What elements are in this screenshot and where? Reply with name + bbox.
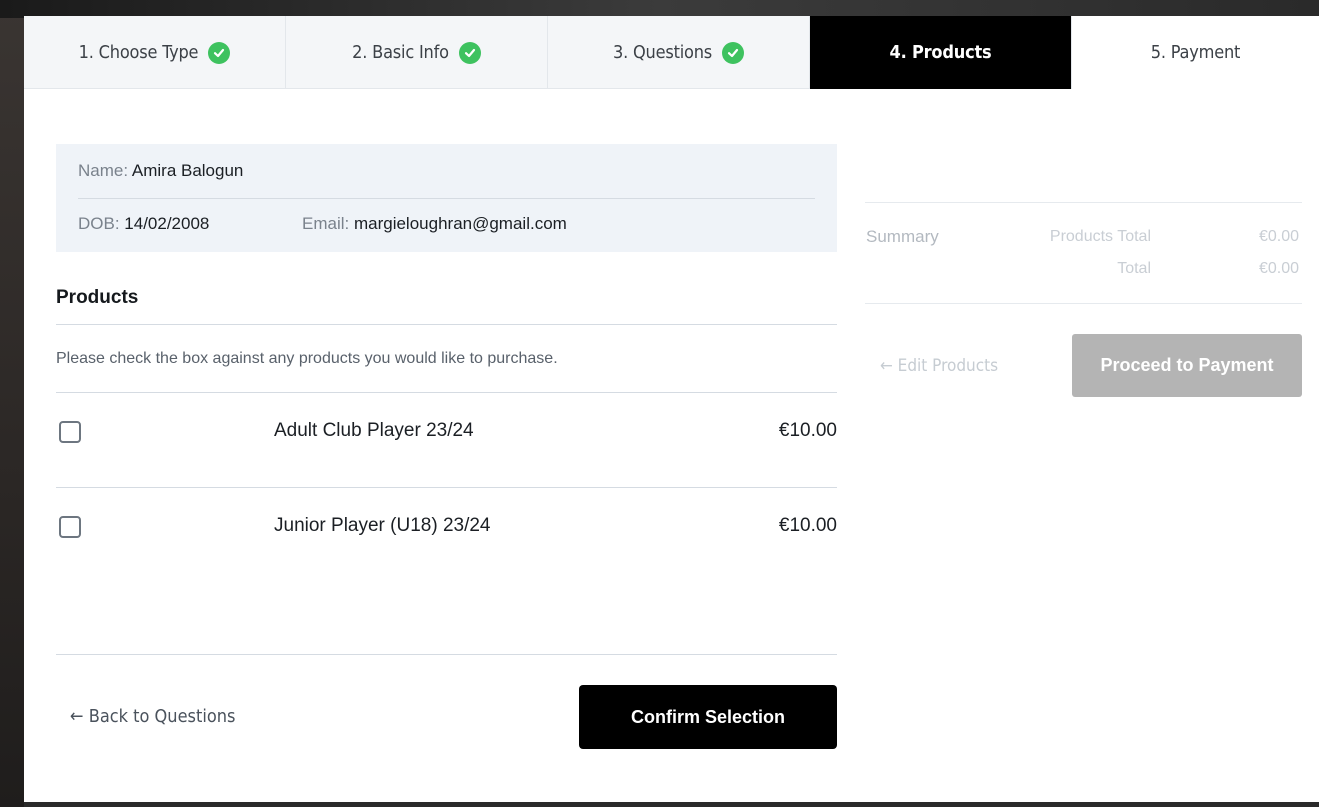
total-value: €0.00 (1258, 260, 1299, 277)
product-row: Adult Club Player 23/24 €10.00 (56, 414, 837, 454)
step-basic-info[interactable]: 2. Basic Info (286, 16, 548, 89)
products-instruction: Please check the box against any product… (56, 350, 558, 367)
divider (56, 392, 837, 393)
name-label: Name: (78, 161, 129, 180)
divider (56, 487, 837, 488)
check-circle-icon (722, 41, 745, 64)
product-checkbox[interactable] (59, 516, 81, 538)
product-price: €10.00 (778, 515, 837, 536)
products-total-label: Products Total (1049, 228, 1151, 245)
proceed-to-payment-button[interactable]: Proceed to Payment (1072, 334, 1302, 397)
step-products[interactable]: 4. Products (810, 16, 1072, 89)
step-tabs: 1. Choose Type 2. Basic Info 3. Question… (24, 16, 1319, 89)
product-name: Junior Player (U18) 23/24 (274, 515, 491, 536)
products-total-value: €0.00 (1258, 228, 1299, 245)
background-left (0, 0, 24, 807)
product-name: Adult Club Player 23/24 (274, 420, 474, 441)
divider (56, 324, 837, 325)
products-heading: Products (56, 287, 139, 308)
product-row: Junior Player (U18) 23/24 €10.00 (56, 509, 837, 549)
member-details-row: DOB: 14/02/2008 Email: margieloughran@gm… (78, 214, 567, 234)
edit-products-link[interactable]: ← Edit Products (880, 356, 998, 376)
dob-label: DOB: (78, 214, 120, 233)
summary-divider-top (865, 202, 1302, 203)
member-info-box: Name: Amira Balogun DOB: 14/02/2008 Emai… (56, 144, 837, 252)
back-to-questions-link[interactable]: ← Back to Questions (70, 706, 235, 727)
divider (56, 654, 837, 655)
summary-label: Summary (866, 227, 939, 246)
confirm-selection-button[interactable]: Confirm Selection (579, 685, 837, 749)
step-label: 1. Choose Type (78, 42, 199, 63)
email-label: Email: (302, 214, 350, 233)
registration-panel: 1. Choose Type 2. Basic Info 3. Question… (24, 16, 1319, 802)
member-name: Amira Balogun (131, 161, 244, 180)
summary-divider-bottom (865, 303, 1302, 304)
check-circle-icon (458, 41, 481, 64)
member-dob: 14/02/2008 (124, 214, 210, 233)
email-group: Email: margieloughran@gmail.com (302, 214, 567, 234)
step-label: 4. Products (889, 42, 992, 63)
product-price: €10.00 (778, 420, 837, 441)
total-label: Total (1117, 260, 1151, 277)
step-choose-type[interactable]: 1. Choose Type (24, 16, 286, 89)
step-payment[interactable]: 5. Payment (1072, 16, 1319, 89)
product-checkbox[interactable] (59, 421, 81, 443)
step-label: 3. Questions (612, 42, 713, 63)
step-label: 2. Basic Info (352, 42, 449, 63)
info-divider (78, 198, 815, 199)
step-questions[interactable]: 3. Questions (548, 16, 810, 89)
step-label: 5. Payment (1150, 42, 1241, 63)
member-name-row: Name: Amira Balogun (78, 161, 243, 181)
check-circle-icon (208, 41, 231, 64)
member-email: margieloughran@gmail.com (353, 214, 567, 233)
